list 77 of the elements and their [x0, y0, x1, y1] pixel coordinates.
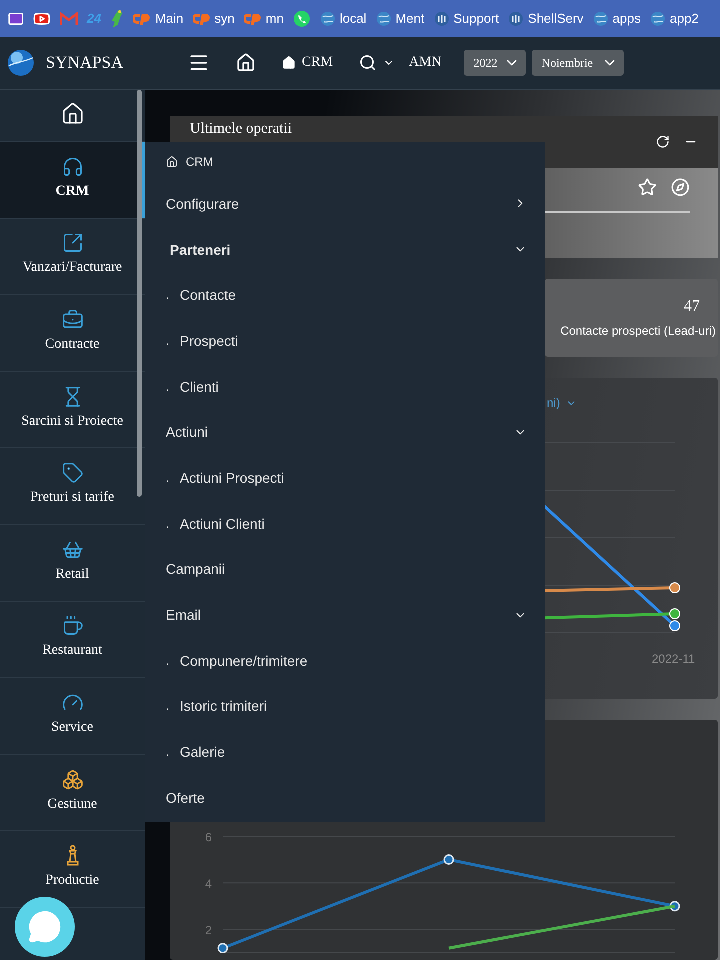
bookmark[interactable]: ShellServ	[508, 10, 584, 26]
refresh-icon[interactable]	[656, 135, 670, 149]
submenu-item[interactable]: . Galerie	[145, 729, 545, 775]
card-title: Ultimele operatii	[190, 121, 292, 138]
mail-icon	[8, 10, 24, 26]
cpanel-icon	[244, 12, 262, 26]
menu-item[interactable]: Actiuni	[145, 409, 545, 456]
scrollbar[interactable]	[137, 90, 142, 497]
sidebar-item[interactable]: CRM	[0, 142, 145, 219]
bullet: .	[166, 745, 170, 760]
year-select[interactable]: 2022	[464, 50, 526, 76]
boxes-icon	[62, 768, 84, 791]
globe-logo	[6, 48, 36, 78]
tick-label: 4	[205, 877, 212, 892]
bookmark[interactable]: Main	[133, 11, 184, 26]
stat-value: 47	[684, 298, 700, 316]
data-point	[670, 608, 680, 620]
module-button[interactable]: CRM	[278, 51, 338, 75]
menu-item[interactable]: Campanii	[145, 546, 545, 592]
home-icon	[282, 56, 296, 70]
home-icon	[236, 53, 256, 73]
briefcase-icon	[62, 308, 84, 331]
bullet: .	[166, 699, 170, 714]
month-select[interactable]: Noiembrie	[532, 50, 624, 76]
data-point	[444, 854, 454, 866]
menu-item[interactable]: Oferte	[145, 774, 545, 821]
bullet: .	[166, 334, 170, 348]
submenu-item[interactable]: . Actiuni Prospecti	[145, 455, 545, 501]
bookmark[interactable]: Support	[434, 10, 500, 26]
bookmark[interactable]: syn	[192, 11, 235, 26]
bookmark[interactable]	[110, 8, 124, 28]
submenu-item[interactable]: . Contacte	[145, 272, 545, 318]
bullet: .	[166, 380, 170, 394]
bookmark[interactable]: apps	[592, 10, 641, 26]
tick-label: 2	[205, 924, 212, 938]
bullet: .	[166, 288, 170, 302]
menu-item[interactable]: Email	[145, 592, 545, 638]
stat-label: Contacte prospecti (Lead-uri)	[560, 324, 716, 338]
bookmark[interactable]: mn	[244, 11, 284, 26]
cpanel-icon	[192, 12, 211, 26]
share-icon	[62, 232, 84, 254]
data-point	[670, 620, 680, 632]
bookmark[interactable]	[8, 10, 24, 26]
data-point	[670, 582, 680, 594]
bullet: .	[166, 470, 170, 485]
submenu-item[interactable]: . Istoric trimiteri	[145, 684, 545, 730]
bookmark[interactable]: Ment	[376, 10, 425, 26]
bullet: .	[166, 654, 170, 668]
search-icon	[359, 54, 378, 72]
data-point	[670, 901, 680, 912]
star-icon[interactable]	[638, 178, 657, 197]
cpanel-icon	[133, 12, 152, 26]
bookmark[interactable]: local	[320, 10, 367, 26]
pawn-icon	[64, 845, 80, 868]
bullet: .	[166, 516, 170, 531]
user-button[interactable]: AMN	[405, 51, 446, 75]
home-icon	[166, 156, 178, 168]
bookmark[interactable]: app2	[650, 10, 699, 26]
menu-item[interactable]: Configurare	[145, 181, 545, 227]
home-icon	[60, 102, 84, 126]
legend-toggle[interactable]: ni)	[547, 396, 578, 410]
submenu-item[interactable]: . Compunere/trimitere	[145, 638, 545, 684]
submenu-item[interactable]: . Actiuni Clienti	[145, 500, 545, 546]
envelope-icon	[60, 12, 78, 26]
cup-icon	[62, 615, 84, 638]
tick-label: 6	[205, 830, 212, 844]
submenu-item[interactable]: . Clienti	[145, 364, 545, 410]
headset-icon	[62, 156, 84, 178]
axis-label: 2022-11	[652, 652, 696, 666]
compass-icon[interactable]	[671, 178, 690, 197]
submenu-item[interactable]: . Prospecti	[145, 318, 545, 364]
menu-item[interactable]: Parteneri	[145, 226, 545, 272]
bird-icon	[110, 8, 124, 28]
data-point	[218, 943, 228, 953]
tag-icon	[62, 462, 84, 484]
brand-name: SYNAPSA	[46, 53, 124, 73]
menu-header[interactable]: CRM	[145, 142, 545, 181]
